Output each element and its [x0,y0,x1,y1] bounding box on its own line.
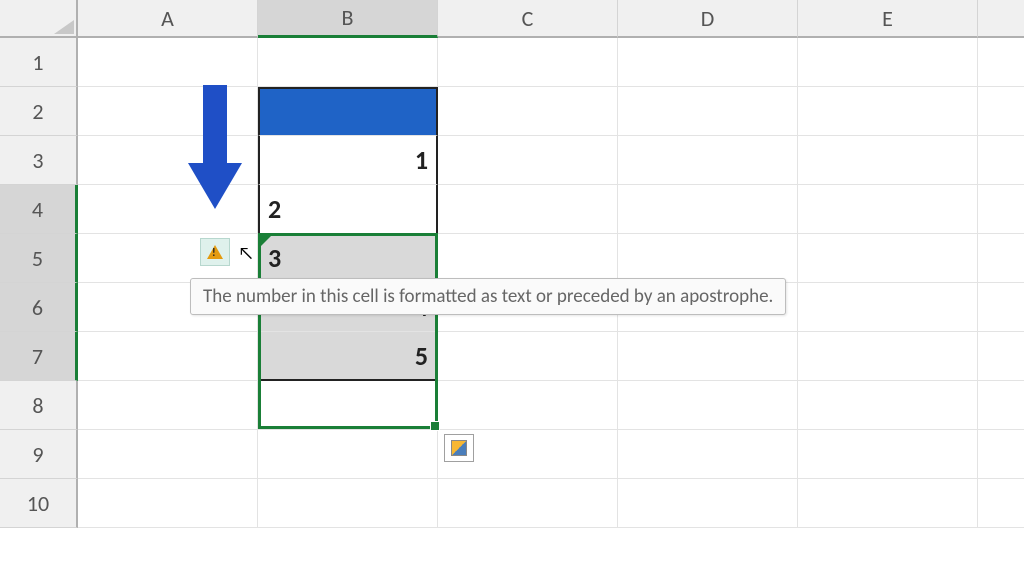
cell-D8[interactable] [618,381,798,430]
cell-B4-value: 2 [268,193,281,225]
cell-E9[interactable] [798,430,978,479]
cell-D9[interactable] [618,430,798,479]
row-header-7[interactable]: 7 [0,332,78,381]
cell-C5[interactable] [438,234,618,283]
col-header-blank[interactable] [978,0,1024,38]
cell-F2[interactable] [978,87,1024,136]
cell-A10[interactable] [78,479,258,528]
select-all-corner[interactable] [0,0,78,38]
cell-D5[interactable] [618,234,798,283]
cell-B1[interactable] [258,38,438,87]
cell-F3[interactable] [978,136,1024,185]
cell-C10[interactable] [438,479,618,528]
error-smart-tag[interactable] [200,238,230,266]
cell-D7[interactable] [618,332,798,381]
cell-E5[interactable] [798,234,978,283]
row-header-9[interactable]: 9 [0,430,78,479]
col-header-E[interactable]: E [798,0,978,38]
cell-B10[interactable] [258,479,438,528]
cell-F10[interactable] [978,479,1024,528]
cell-B7[interactable]: 5 [258,332,438,381]
cell-F6[interactable] [978,283,1024,332]
cell-E3[interactable] [798,136,978,185]
cell-C4[interactable] [438,185,618,234]
cell-A8[interactable] [78,381,258,430]
row-header-4[interactable]: 4 [0,185,78,234]
col-header-A[interactable]: A [78,0,258,38]
cell-B5[interactable]: 3 [258,234,438,283]
cell-A5[interactable] [78,234,258,283]
error-tooltip: The number in this cell is formatted as … [190,278,786,315]
col-header-C[interactable]: C [438,0,618,38]
cell-E8[interactable] [798,381,978,430]
worksheet-grid[interactable]: A B C D E 1 2 3 1 4 2 5 3 6 4 7 5 [0,0,1024,528]
cell-E6[interactable] [798,283,978,332]
cell-B8[interactable] [258,381,438,430]
paste-options-button[interactable] [444,434,474,462]
cell-F7[interactable] [978,332,1024,381]
cell-B3[interactable]: 1 [258,136,438,185]
cell-E1[interactable] [798,38,978,87]
cell-A9[interactable] [78,430,258,479]
cell-E4[interactable] [798,185,978,234]
paste-options-icon [451,440,467,456]
cell-F9[interactable] [978,430,1024,479]
text-format-indicator-icon [260,235,272,247]
cell-B9[interactable] [258,430,438,479]
cell-E10[interactable] [798,479,978,528]
annotation-arrow [190,85,240,215]
row-header-2[interactable]: 2 [0,87,78,136]
cell-D3[interactable] [618,136,798,185]
cell-E2[interactable] [798,87,978,136]
cell-F8[interactable] [978,381,1024,430]
cell-D1[interactable] [618,38,798,87]
row-header-8[interactable]: 8 [0,381,78,430]
row-header-10[interactable]: 10 [0,479,78,528]
cell-B2[interactable] [258,87,438,136]
cell-F1[interactable] [978,38,1024,87]
cell-F5[interactable] [978,234,1024,283]
cell-F4[interactable] [978,185,1024,234]
col-header-D[interactable]: D [618,0,798,38]
cell-C1[interactable] [438,38,618,87]
cell-A1[interactable] [78,38,258,87]
cell-C3[interactable] [438,136,618,185]
cell-D4[interactable] [618,185,798,234]
col-header-B[interactable]: B [258,0,438,38]
cell-C2[interactable] [438,87,618,136]
cell-C7[interactable] [438,332,618,381]
row-header-3[interactable]: 3 [0,136,78,185]
row-header-1[interactable]: 1 [0,38,78,87]
cell-A7[interactable] [78,332,258,381]
cell-B4[interactable]: 2 [258,185,438,234]
cell-C8[interactable] [438,381,618,430]
warning-triangle-icon [207,245,223,259]
cell-D2[interactable] [618,87,798,136]
cell-D10[interactable] [618,479,798,528]
row-header-5[interactable]: 5 [0,234,78,283]
row-header-6[interactable]: 6 [0,283,78,332]
cell-E7[interactable] [798,332,978,381]
